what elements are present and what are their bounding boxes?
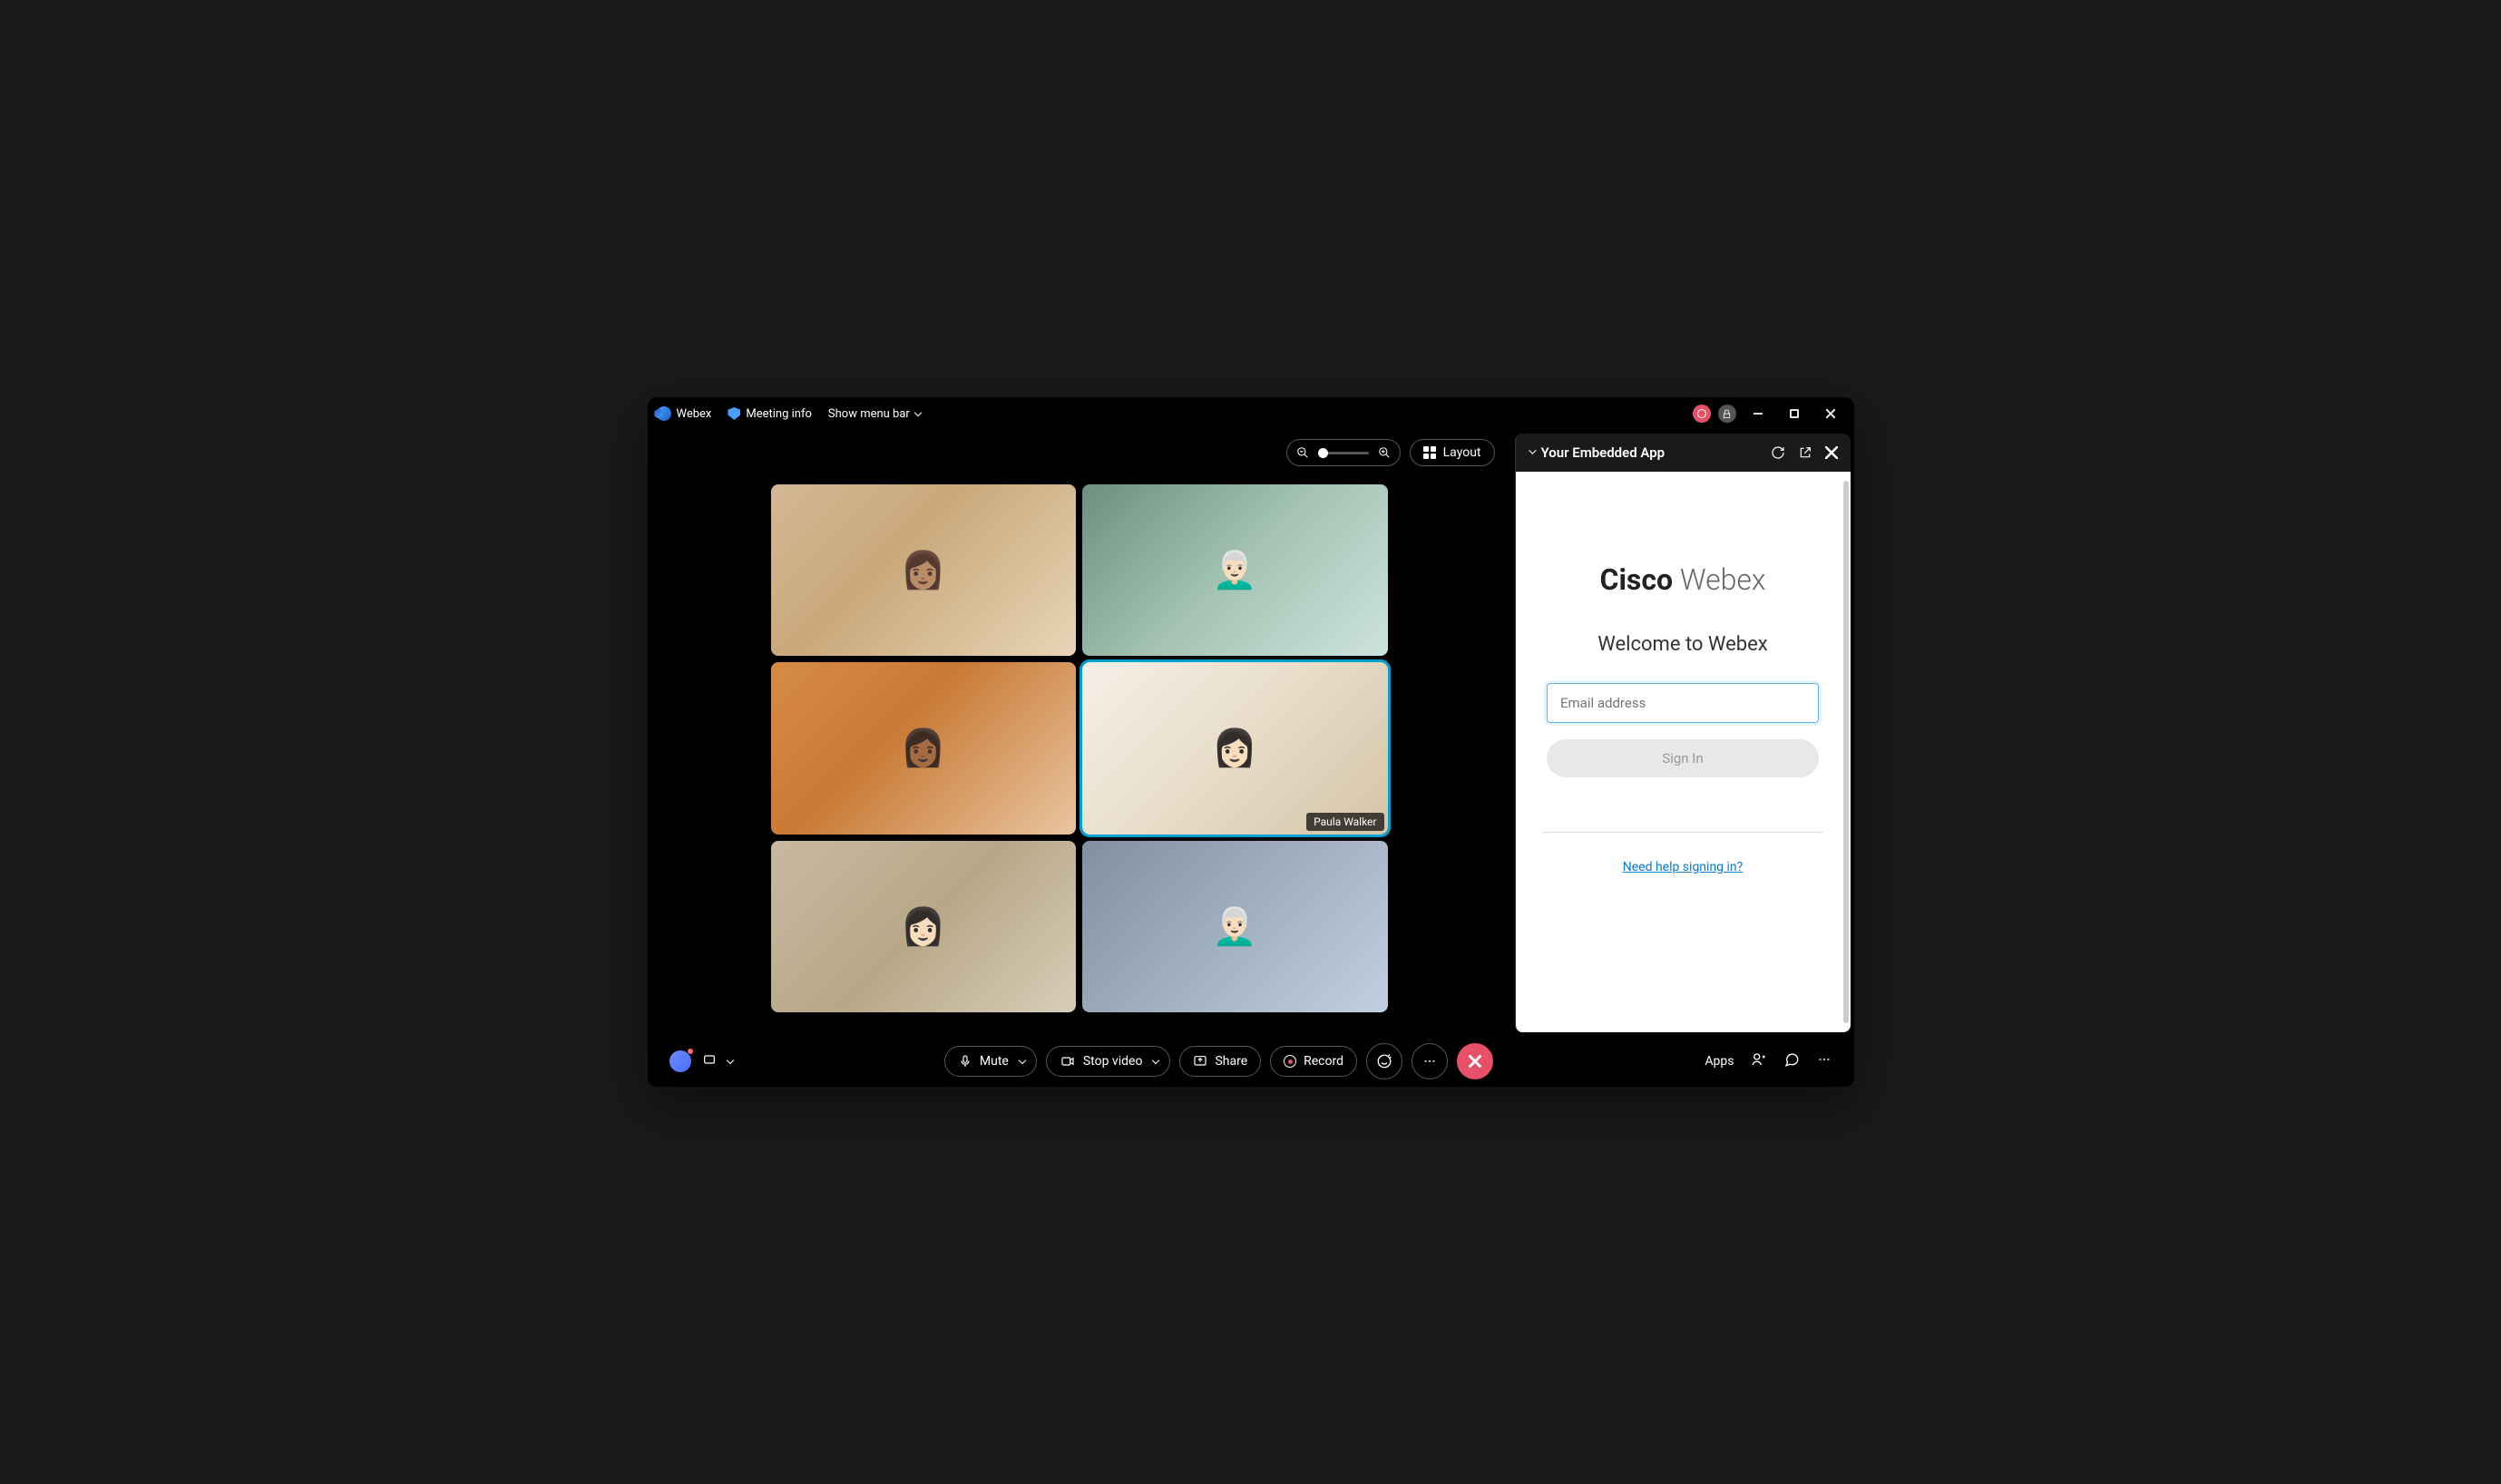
embedded-app-panel: Your Embedded App Cisco Webex Welcome to…	[1515, 434, 1851, 1032]
maximize-button[interactable]	[1780, 401, 1809, 426]
email-input[interactable]	[1547, 683, 1819, 723]
apps-button[interactable]: Apps	[1705, 1054, 1734, 1069]
stop-video-label: Stop video	[1083, 1054, 1143, 1069]
more-icon	[1816, 1051, 1832, 1068]
zoom-slider[interactable]	[1318, 452, 1369, 454]
signin-button[interactable]: Sign In	[1547, 739, 1819, 777]
participant-tile[interactable]: 👩🏽	[771, 484, 1077, 656]
zoom-control[interactable]	[1286, 439, 1401, 466]
zoom-in-icon[interactable]	[1378, 446, 1391, 459]
lock-indicator-icon[interactable]	[1718, 405, 1736, 423]
shield-icon	[728, 407, 740, 420]
record-label: Record	[1304, 1054, 1343, 1069]
camera-icon	[1060, 1054, 1076, 1069]
titlebar: Webex Meeting info Show menu bar	[648, 397, 1854, 430]
smile-icon	[1376, 1053, 1392, 1069]
show-menu-button[interactable]: Show menu bar	[828, 407, 921, 421]
video-feed: 👨🏻‍🦳	[1082, 484, 1388, 656]
recording-indicator-icon[interactable]	[1693, 405, 1711, 423]
zoom-out-icon[interactable]	[1296, 446, 1309, 459]
chevron-down-icon	[1529, 446, 1536, 454]
microphone-icon	[958, 1054, 972, 1069]
sidebar-title-label: Your Embedded App	[1541, 444, 1666, 461]
video-feed: 👩🏻	[771, 841, 1077, 1012]
scrollbar[interactable]	[1843, 481, 1849, 1023]
app-logo[interactable]: Webex	[657, 406, 712, 421]
chat-button[interactable]	[1783, 1051, 1800, 1071]
help-signin-link[interactable]: Need help signing in?	[1623, 860, 1744, 874]
video-feed: 👨🏻‍🦳	[1082, 841, 1388, 1012]
close-panel-button[interactable]	[1825, 445, 1838, 460]
mute-button[interactable]: Mute	[944, 1046, 1037, 1077]
participant-name-tag: Paula Walker	[1306, 813, 1383, 831]
participant-tile[interactable]: 👩🏾	[771, 662, 1077, 834]
sidebar-header: Your Embedded App	[1516, 434, 1851, 472]
refresh-icon	[1771, 445, 1785, 460]
layout-label: Layout	[1443, 445, 1481, 460]
participant-tile[interactable]: 👨🏻‍🦳	[1082, 841, 1388, 1012]
refresh-button[interactable]	[1771, 445, 1785, 460]
chevron-down-icon[interactable]	[726, 1056, 733, 1063]
mute-label: Mute	[980, 1054, 1009, 1069]
share-label: Share	[1215, 1054, 1247, 1069]
more-options-button[interactable]	[1412, 1043, 1448, 1079]
divider	[1543, 832, 1823, 833]
assistant-menu-button[interactable]	[702, 1052, 717, 1070]
assistant-icon[interactable]	[669, 1050, 691, 1072]
show-menu-label: Show menu bar	[828, 407, 910, 421]
people-icon	[1751, 1051, 1767, 1068]
participant-tile[interactable]: 👩🏻	[771, 841, 1077, 1012]
meeting-area: Layout 👩🏽 👨🏻‍🦳 👩🏾 👩🏻 Paula Walker 👩🏻 👨🏻‍…	[648, 430, 1511, 1036]
app-window: Webex Meeting info Show menu bar	[648, 397, 1854, 1087]
layout-button[interactable]: Layout	[1410, 439, 1495, 466]
share-button[interactable]: Share	[1179, 1046, 1261, 1077]
participant-tile-active[interactable]: 👩🏻 Paula Walker	[1082, 662, 1388, 834]
grid-icon	[1423, 446, 1436, 459]
close-button[interactable]	[1816, 401, 1845, 426]
sidebar-title-area[interactable]: Your Embedded App	[1529, 444, 1666, 461]
stop-video-button[interactable]: Stop video	[1046, 1046, 1171, 1077]
video-feed: 👩🏽	[771, 484, 1077, 656]
participant-tile[interactable]: 👨🏻‍🦳	[1082, 484, 1388, 656]
close-icon	[1468, 1054, 1482, 1069]
record-button[interactable]: Record	[1270, 1046, 1357, 1077]
end-call-button[interactable]	[1457, 1043, 1493, 1079]
reactions-button[interactable]	[1366, 1043, 1402, 1079]
app-name-label: Webex	[677, 407, 712, 421]
video-grid: 👩🏽 👨🏻‍🦳 👩🏾 👩🏻 Paula Walker 👩🏻 👨🏻‍🦳	[771, 484, 1388, 1012]
popout-icon	[1798, 445, 1812, 460]
cisco-webex-logo: Cisco Webex	[1600, 562, 1766, 597]
record-icon	[1284, 1055, 1296, 1068]
meeting-info-button[interactable]: Meeting info	[728, 407, 812, 421]
chevron-down-icon	[914, 408, 922, 415]
share-icon	[1193, 1054, 1207, 1069]
meeting-info-label: Meeting info	[746, 407, 812, 421]
minimize-button[interactable]	[1744, 401, 1773, 426]
participants-button[interactable]	[1751, 1051, 1767, 1071]
more-icon	[1421, 1053, 1438, 1069]
welcome-heading: Welcome to Webex	[1597, 633, 1767, 656]
video-feed: 👩🏻	[1082, 662, 1388, 834]
bottom-bar: Mute Stop video Share Record	[648, 1036, 1854, 1087]
main-content: Layout 👩🏽 👨🏻‍🦳 👩🏾 👩🏻 Paula Walker 👩🏻 👨🏻‍…	[648, 430, 1854, 1036]
more-panel-button[interactable]	[1816, 1051, 1832, 1071]
popout-button[interactable]	[1798, 445, 1812, 460]
close-icon	[1825, 446, 1838, 459]
embedded-content: Cisco Webex Welcome to Webex Sign In Nee…	[1516, 472, 1851, 1032]
video-feed: 👩🏾	[771, 662, 1077, 834]
chat-icon	[1783, 1051, 1800, 1068]
webex-logo-icon	[657, 406, 671, 421]
